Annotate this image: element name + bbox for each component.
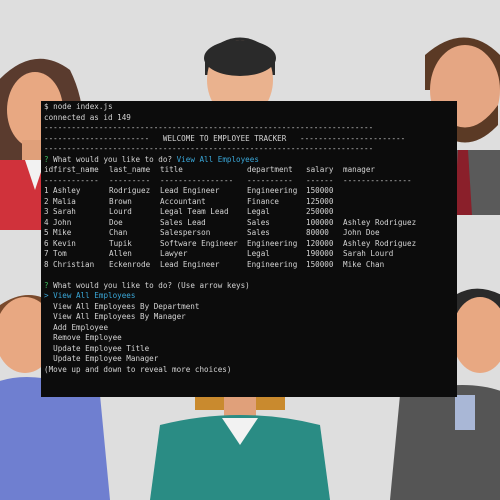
table-row: 6 Kevin Tupik Software Engineer Engineering 1…: [44, 238, 417, 248]
menu-item-selected[interactable]: > View All Employees: [44, 291, 454, 302]
divider-top: ----------------------------------------…: [44, 123, 374, 132]
table-separator: ------------ --------- ---------------- ---…: [44, 175, 412, 185]
menu-item-update-title[interactable]: Update Employee Title: [44, 344, 454, 355]
prompt-question-2: ? What would you like to do? (Use arrow …: [44, 280, 250, 290]
more-choices-hint: (Move up and down to reveal more choices…: [44, 364, 232, 374]
menu-item-by-department[interactable]: View All Employees By Department: [44, 302, 454, 313]
prompt-question-1: ? What would you like to do? View All Em…: [44, 154, 259, 164]
table-row: 3 Sarah Lourd Legal Team Lead Legal 250000: [44, 207, 334, 216]
menu-item-remove-employee[interactable]: Remove Employee: [44, 333, 454, 344]
prompt-answer: View All Employees: [176, 154, 259, 164]
menu-item-by-manager[interactable]: View All Employees By Manager: [44, 312, 454, 323]
terminal-window: $ node index.js connected as id 149 ----…: [41, 101, 457, 397]
table-row: 8 Christian Eckenrode Lead Engineer Engineer…: [44, 259, 385, 269]
welcome-title: WELCOME TO EMPLOYEE TRACKER: [162, 133, 287, 143]
table-row: 5 Mike Chan Salesperson Sales 80000 John Doe: [44, 228, 380, 237]
command-line: $ node index.js: [44, 102, 113, 111]
table-row: 4 John Doe Sales Lead Sales 100000 Ashley Rodr…: [44, 217, 417, 227]
table-row: 2 Malia Brown Accountant Finance 125000: [44, 196, 334, 206]
table-header: idfirst_name last_name title department sala…: [44, 165, 376, 174]
menu-item-add-employee[interactable]: Add Employee: [44, 323, 454, 334]
prompt-mark: ?: [44, 280, 49, 290]
pointer-icon: >: [44, 291, 49, 300]
table-row: 1 Ashley Rodriguez Lead Engineer Engineering…: [44, 186, 334, 195]
welcome-banner: ----------------------- WELCOME TO EMPLO…: [44, 133, 406, 143]
connection-status: connected as id 149: [44, 112, 131, 122]
prompt-hint: (Use arrow keys): [176, 280, 250, 290]
prompt-mark: ?: [44, 154, 49, 164]
menu-item-update-manager[interactable]: Update Employee Manager: [44, 354, 454, 365]
divider-bottom: ----------------------------------------…: [44, 144, 374, 153]
table-row: 7 Tom Allen Lawyer Legal 190000 Sarah Lourd: [44, 249, 394, 258]
